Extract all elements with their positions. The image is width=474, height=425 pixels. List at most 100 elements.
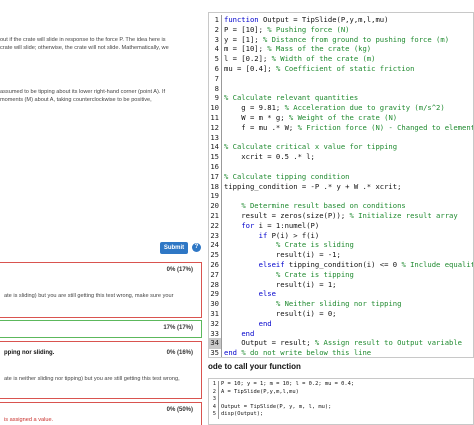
code-line[interactable]: 28 result(i) = 1; [209,279,473,290]
submit-button[interactable]: Submit [160,242,188,254]
call-code-editor[interactable]: 1 P = 10; y = 1; m = 10; l = 0.2; mu = 0.… [208,378,474,425]
line-number: 30 [210,299,219,309]
code-line[interactable]: 8 [209,83,473,94]
code-line[interactable]: 20 % Determine result based on condition… [209,201,473,212]
code-line[interactable]: 5 l = [0.2]; % Width of the crate (m) [209,54,473,65]
problem-pane: out if the crate will slide in response … [0,0,206,425]
code-line[interactable]: 10 g = 9.81; % Acceleration due to gravi… [209,103,473,114]
code-line[interactable]: 33 end [209,328,473,339]
line-number: 8 [214,83,219,93]
problem-text-line: crate will slide; otherwise, the crate w… [0,45,169,51]
line-number: 13 [210,132,219,142]
code-line[interactable]: 18 tipping_condition = -P .* y + W .* xcr… [209,181,473,192]
gutter-divider [221,269,222,281]
code-line[interactable]: 19 [209,191,473,202]
gutter-divider [221,318,222,330]
code-line[interactable]: 26 elseif tipping_condition(i) <= 0 % In… [209,260,473,271]
code-line[interactable]: 11 W = m * g; % Weight of the crate (N) [209,113,473,124]
code-text: tipping_condition(i) <= 0 [284,260,402,269]
gutter-divider [218,403,219,412]
code-text: disp(Output); [221,411,264,418]
code-keyword: end [258,318,272,328]
test-result-2[interactable]: 17% (17%) [0,320,202,338]
gutter-divider [221,211,222,222]
code-line[interactable]: 34 Output = result; % Assign result to O… [209,338,473,349]
code-comment: % Distance from ground to pushing force … [262,34,450,44]
code-line[interactable]: 3 [209,396,473,404]
line-number: 19 [210,191,219,201]
gutter-divider [221,24,222,36]
help-icon[interactable]: ? [192,243,201,252]
code-line[interactable]: 6 mu = [0.4]; % Coefficient of static fri… [209,64,473,75]
line-number: 2 [214,24,219,34]
code-editor[interactable]: 1 function Output = TipSlide(P,y,m,l,mu) 2… [208,12,474,358]
gutter-divider [221,289,222,300]
code-line[interactable]: 24 % Crate is sliding [209,240,473,251]
test-result-4[interactable]: 0% (50%) is assigned a value. [0,402,202,425]
code-comment: % Pushing force (N) [267,24,350,34]
code-line[interactable]: 1 function Output = TipSlide(P,y,m,l,mu) [209,15,473,26]
code-comment: % Initialize result array [349,211,458,220]
code-line[interactable]: 13 [209,132,473,143]
code-line[interactable]: 12 f = mu .* W; % Friction force (N) - C… [209,122,474,134]
problem-text-line: moments (M) about A, taking counterclock… [0,97,152,103]
gutter-divider [221,44,222,55]
code-line[interactable]: 21 result = zeros(size(P)); % Initialize… [209,211,473,222]
line-number: 32 [210,318,219,328]
code-comment: % Calculate tipping condition [224,171,350,181]
code-line[interactable]: 32 end [209,318,473,330]
code-line[interactable]: 23 if P(i) > f(i) [209,230,473,241]
code-line[interactable]: 27 % Crate is tipping [209,269,473,281]
code-line[interactable]: 30 % Neither sliding nor tipping [209,299,473,310]
line-number: 34 [209,338,221,349]
test-result-1[interactable]: 0% (17%) ate is sliding) but you are sti… [0,262,202,318]
code-text: f = mu .* W; [224,122,298,132]
code-line[interactable]: 25 result(i) = -1; [209,250,473,261]
gutter-divider [221,162,222,173]
gutter-divider [221,309,222,320]
gutter-divider [221,250,222,261]
gutter-divider [218,388,219,397]
call-section-title: ode to call your function [208,362,301,371]
line-number: 27 [210,269,219,279]
code-line[interactable]: 29 else [209,289,473,300]
code-line[interactable]: 1 P = 10; y = 1; m = 10; l = 0.2; mu = 0.… [209,381,473,389]
problem-paragraph-1: out if the crate will slide in response … [0,36,206,52]
code-line[interactable]: 4 m = [10]; % Mass of the crate (kg) [209,44,473,55]
code-line[interactable]: 15 xcrit = 0.5 .* l; [209,152,473,163]
code-line[interactable]: 7 [209,73,473,85]
gutter-divider [221,220,222,232]
code-line[interactable]: 16 [209,162,473,173]
code-comment: % Friction force (N) - Changed to elemen… [297,122,474,132]
code-comment: % Neither sliding nor tipping [275,299,402,309]
code-keyword: end [241,328,255,338]
code-text: i = 1:numel(P) [254,220,320,230]
gutter-divider [221,328,222,339]
code-line[interactable]: 2 A = TipSlide(P,y,m,l,mu) [209,388,473,397]
code-keyword: elseif [258,260,285,269]
code-line[interactable]: 4 Output = TipSlide(P, y, m, l, mu); [209,403,473,412]
code-line[interactable]: 2 P = [10]; % Pushing force (N) [209,24,473,36]
code-line[interactable]: 3 y = [1]; % Distance from ground to push… [209,34,473,45]
code-line[interactable]: 35 end % do not write below this line [209,348,473,357]
gutter-divider [221,201,222,212]
gutter-divider [221,132,222,143]
test-result-3[interactable]: 0% (16%) pping nor sliding. ate is neith… [0,341,202,399]
code-text: result(i) = -1; [224,250,341,260]
code-line[interactable]: 14 % Calculate critical x value for tippi… [209,142,473,153]
code-text: g = 9.81; [224,103,285,113]
line-number: 20 [210,201,219,211]
code-text: l = [0.2]; [224,54,272,64]
code-comment: % Determine result based on conditions [241,201,406,211]
code-line[interactable]: 31 result(i) = 0; [209,309,473,320]
code-line[interactable]: 17 % Calculate tipping condition [209,171,473,183]
code-line[interactable]: 22 for i = 1:numel(P) [209,220,473,232]
code-line[interactable]: 5 disp(Output); [209,411,473,419]
code-line[interactable]: 9 % Calculate relevant quantities [209,93,473,104]
line-number: 10 [210,103,219,113]
test-score: 17% (17%) [163,325,193,331]
